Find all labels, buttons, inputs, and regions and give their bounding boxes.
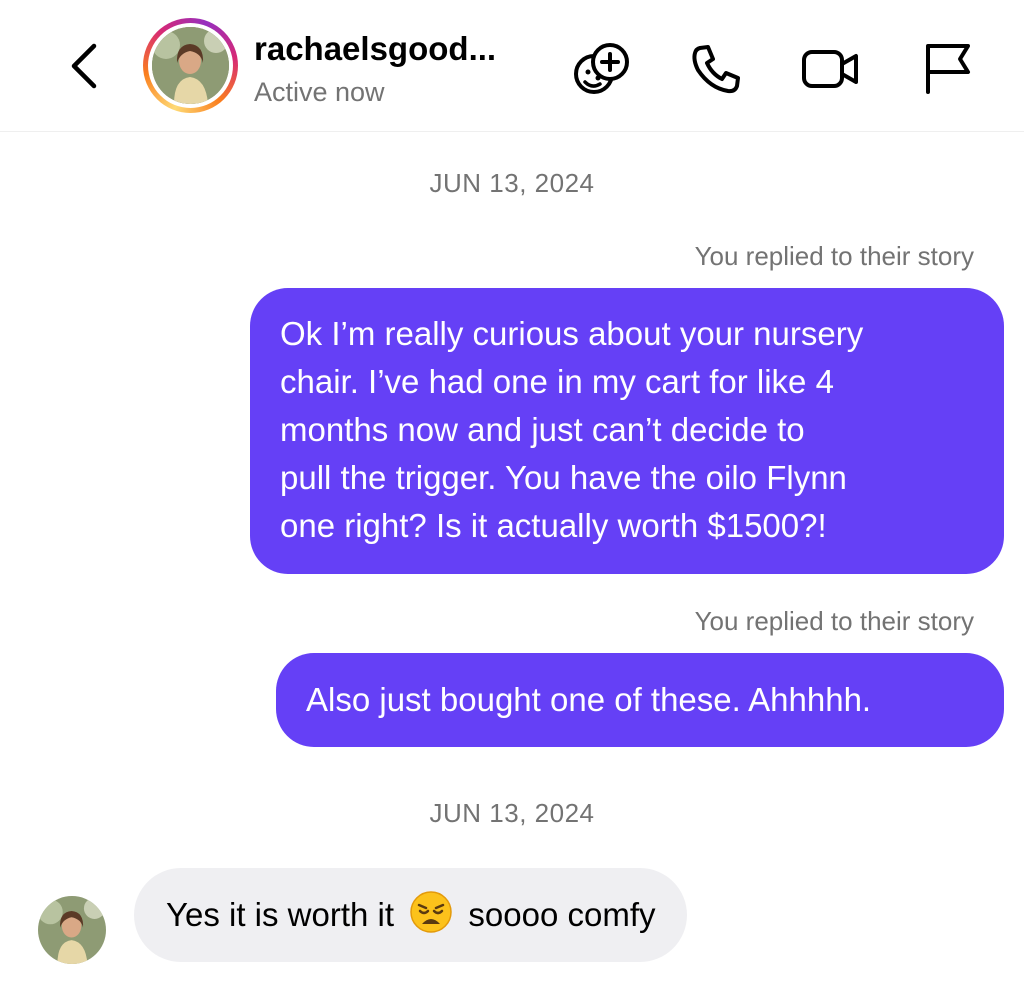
story-reply-note: You replied to their story xyxy=(694,241,974,271)
profile-avatar[interactable] xyxy=(143,18,238,113)
game-button[interactable] xyxy=(570,38,632,100)
weary-face-emoji xyxy=(409,876,453,933)
game-icon xyxy=(574,43,629,94)
date-separator: JUN 13, 2024 xyxy=(429,798,595,828)
contact-username[interactable]: rachaelsgood... xyxy=(254,30,496,68)
story-reply-note: You replied to their story xyxy=(694,606,974,636)
message-text: Yes it is worth it xyxy=(166,896,395,933)
chevron-left-icon xyxy=(71,43,97,89)
video-icon xyxy=(802,50,858,88)
active-status: Active now xyxy=(254,77,385,107)
video-call-button[interactable] xyxy=(800,38,862,100)
report-button[interactable] xyxy=(918,38,980,100)
message-line: months now and just can’t decide to xyxy=(280,411,805,448)
message-line: Ok I’m really curious about your nursery xyxy=(280,315,864,352)
incoming-message[interactable]: Yes it is worth it soooo comfy xyxy=(134,868,688,962)
flag-icon xyxy=(926,44,970,94)
message-line: chair. I’ve had one in my cart for like … xyxy=(280,363,834,400)
outgoing-message[interactable]: Also just bought one of these. Ahhhhh. xyxy=(276,653,1004,747)
call-button[interactable] xyxy=(686,38,748,100)
chat-header: rachaelsgood... Active now xyxy=(0,0,1024,132)
message-line: pull the trigger. You have the oilo Flyn… xyxy=(280,459,847,496)
message-line: one right? Is it actually worth $1500?! xyxy=(280,507,827,544)
date-separator: JUN 13, 2024 xyxy=(429,168,595,198)
message-text: soooo comfy xyxy=(468,896,656,933)
sender-avatar[interactable] xyxy=(38,896,106,964)
phone-icon xyxy=(692,45,740,94)
back-button[interactable] xyxy=(62,40,106,92)
message-text: Also just bought one of these. Ahhhhh. xyxy=(306,681,872,718)
outgoing-message[interactable]: Ok I’m really curious about your nursery… xyxy=(250,288,1004,574)
